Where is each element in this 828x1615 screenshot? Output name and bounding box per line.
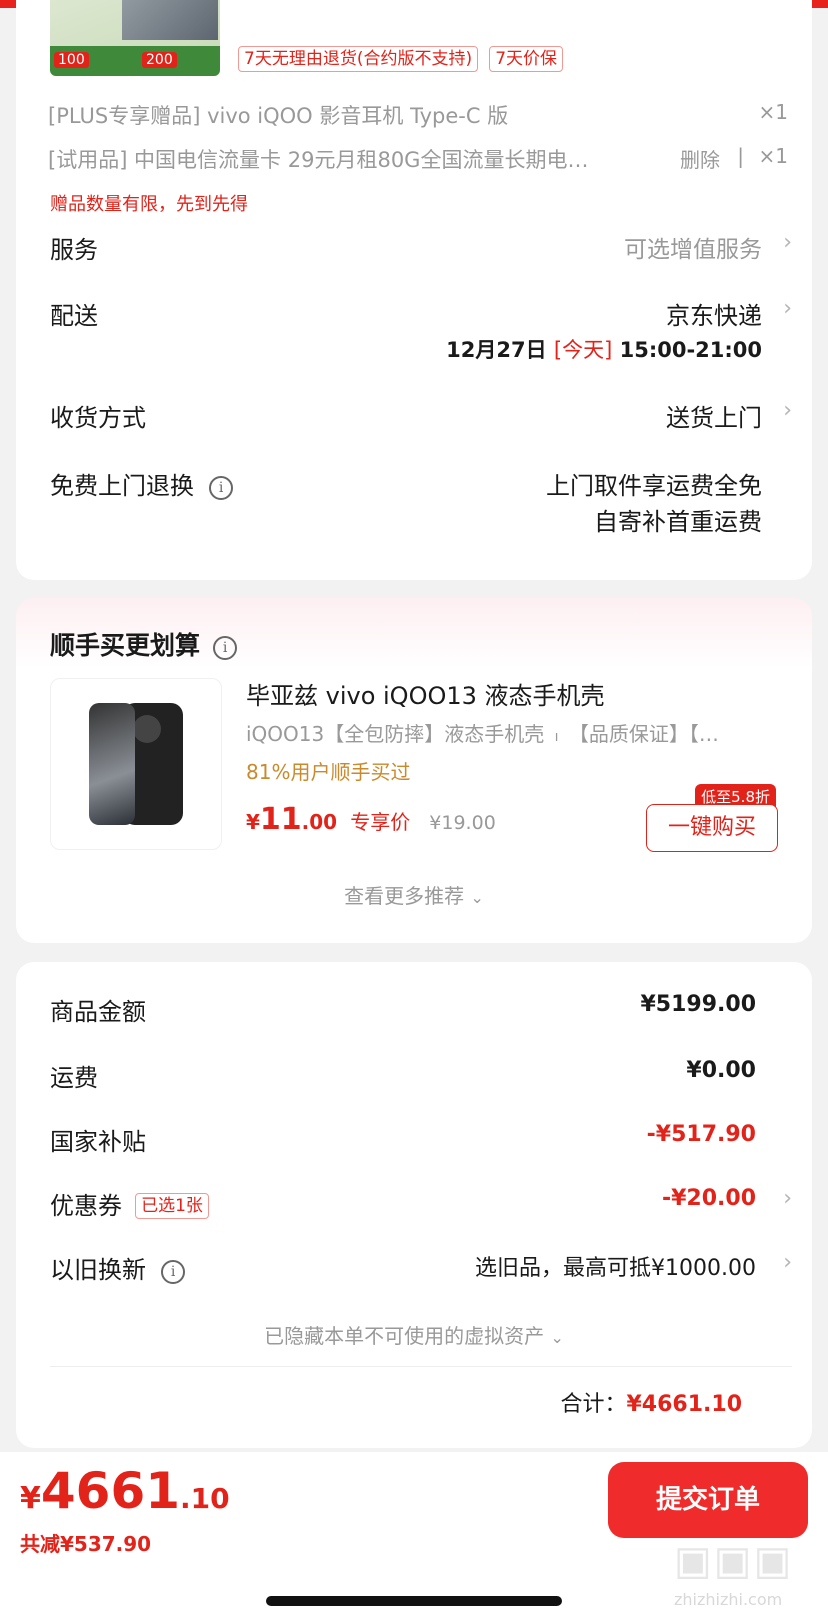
original-price: ¥19.00 (429, 812, 496, 834)
info-icon[interactable]: i (213, 636, 238, 660)
gift-label: [PLUS专享赠品] vivo iQOO 影音耳机 Type-C 版 (48, 104, 509, 128)
chevron-right-icon: › (783, 1250, 792, 1275)
price-tag: 专享价 (350, 810, 411, 834)
chevron-down-icon: ⌄ (470, 888, 484, 907)
summary-value: -¥517.90 (646, 1122, 756, 1147)
summary-label: 以旧换新 (50, 1256, 146, 1284)
desc-right: 【品质保证】【… (568, 722, 719, 746)
summary-row-subsidy: 国家补贴 -¥517.90 (50, 1122, 792, 1157)
watermark-text: zhizhizhi.com (674, 1590, 783, 1609)
free-return-line2: 自寄补首重运费 (594, 508, 762, 536)
total-value: ¥4661.10 (626, 1392, 742, 1417)
recommend-header: 顺手买更划算 i (50, 626, 238, 662)
tag-return-policy: 7天无理由退货(合约版不支持) (238, 46, 479, 72)
gift-divider: | (737, 144, 744, 168)
recommend-item-image[interactable] (50, 678, 222, 850)
recommend-card: 顺手买更划算 i 毕亚兹 vivo iQOO13 液态手机壳 iQOO13【全包… (16, 598, 812, 943)
bottom-price-integer: 4661 (40, 1462, 181, 1520)
chevron-down-icon: ⌄ (550, 1328, 564, 1347)
delivery-time: 12月27日 [今天] 15:00-21:00 (446, 334, 762, 364)
gift-delete-button[interactable]: 删除 (680, 144, 720, 173)
summary-row-goods: 商品金额 ¥5199.00 (50, 992, 792, 1027)
chevron-right-icon: › (783, 398, 792, 423)
price-summary-card: 商品金额 ¥5199.00 运费 ¥0.00 国家补贴 -¥517.90 优惠券… (16, 962, 812, 1448)
bottom-price-decimal: .10 (180, 1482, 230, 1515)
service-label: 服务 (50, 236, 98, 264)
receive-value: 送货上门 (666, 404, 762, 432)
submit-order-button[interactable]: 提交订单 (608, 1462, 808, 1538)
gift-qty: ×1 (758, 100, 788, 124)
bottom-bar: ¥4661.10 共减¥537.90 提交订单 ▣▣▣ zhizhizhi.co… (0, 1452, 828, 1615)
product-promo-image[interactable]: 100 200 (50, 0, 220, 76)
receive-label: 收货方式 (50, 404, 146, 432)
phone-screen (89, 703, 135, 825)
chevron-right-icon: › (783, 296, 792, 321)
info-icon[interactable]: i (209, 476, 234, 500)
gift-notice: 赠品数量有限，先到先得 (50, 194, 248, 215)
delivery-window: 15:00-21:00 (619, 338, 762, 362)
summary-label: 商品金额 (50, 998, 146, 1026)
total-label: 合计： (560, 1392, 627, 1417)
delivery-label: 配送 (50, 302, 98, 330)
watermark-logo: ▣▣▣ (674, 1538, 794, 1584)
delivery-today: [今天] (553, 338, 613, 362)
price-currency: ¥ (246, 810, 260, 834)
bottom-price: ¥4661.10 (20, 1462, 230, 1520)
recommend-item-price: ¥11.00 专享价 ¥19.00 (246, 802, 496, 837)
free-return-label: 免费上门退换 (50, 472, 194, 500)
service-tags: 7天无理由退货(合约版不支持) 7天价保 (238, 46, 564, 72)
service-row[interactable]: 服务 可选增值服务 › (50, 230, 792, 270)
coupon-badge: 已选1张 (135, 1193, 209, 1219)
gift-row-1: [PLUS专享赠品] vivo iQOO 影音耳机 Type-C 版 ×1 (48, 100, 788, 134)
bottom-currency: ¥ (20, 1481, 41, 1516)
summary-row-coupon[interactable]: 优惠券 已选1张 -¥20.00 › (50, 1186, 792, 1221)
camera-module (133, 715, 161, 743)
price-decimal: .00 (301, 810, 338, 834)
free-return-line1: 上门取件享运费全免 (546, 472, 762, 500)
receive-row[interactable]: 收货方式 送货上门 › (50, 398, 792, 438)
promo-coupon-2: 200 (142, 52, 177, 68)
recommend-item-name[interactable]: 毕亚兹 vivo iQOO13 液态手机壳 (246, 676, 605, 711)
phone-thumbnail (122, 0, 218, 40)
chevron-right-icon: › (783, 1186, 792, 1211)
summary-value: 选旧品，最高可抵¥1000.00 (475, 1256, 756, 1281)
summary-total: 合计：¥4661.10 (560, 1386, 742, 1418)
recommend-title: 顺手买更划算 (50, 631, 201, 660)
recommend-item-desc: iQOO13【全包防摔】液态手机壳 ı 【品质保证】【… (246, 718, 719, 747)
more-recommend-link[interactable]: 查看更多推荐 ⌄ (16, 880, 812, 909)
desc-separator: ı (554, 729, 559, 745)
summary-label: 优惠券 (50, 1192, 122, 1220)
price-integer: 11 (259, 802, 302, 837)
summary-row-shipping: 运费 ¥0.00 (50, 1058, 792, 1093)
hidden-assets-toggle[interactable]: 已隐藏本单不可使用的虚拟资产 ⌄ (16, 1320, 812, 1349)
more-label: 查看更多推荐 (344, 884, 465, 908)
summary-value: -¥20.00 (661, 1186, 756, 1211)
summary-divider (50, 1366, 792, 1367)
gift-label: [试用品] 中国电信流量卡 29元月租80G全国流量长期电… (48, 148, 589, 172)
gift-qty: ×1 (758, 144, 788, 168)
summary-label: 运费 (50, 1064, 98, 1092)
order-info-card: 100 200 7天无理由退货(合约版不支持) 7天价保 [PLUS专享赠品] … (16, 0, 812, 580)
home-indicator (266, 1596, 562, 1606)
hidden-assets-label: 已隐藏本单不可使用的虚拟资产 (264, 1324, 545, 1348)
delivery-date: 12月27日 (446, 338, 547, 362)
one-click-buy-button[interactable]: 一键购买 (646, 804, 778, 852)
summary-row-tradein[interactable]: 以旧换新 i 选旧品，最高可抵¥1000.00 › (50, 1250, 792, 1285)
info-icon[interactable]: i (161, 1260, 186, 1284)
summary-value: ¥0.00 (686, 1058, 756, 1083)
promo-coupon-1: 100 (54, 52, 89, 68)
tag-price-protect: 7天价保 (489, 46, 564, 72)
delivery-value: 京东快递 (666, 302, 762, 330)
recommend-item-bought: 81%用户顺手买过 (246, 760, 411, 784)
chevron-right-icon: › (783, 230, 792, 255)
bottom-saved: 共减¥537.90 (20, 1532, 152, 1556)
gift-row-2: [试用品] 中国电信流量卡 29元月租80G全国流量长期电… 删除 | ×1 (48, 144, 788, 178)
free-return-row: 免费上门退换 i 上门取件享运费全免 自寄补首重运费 (50, 466, 792, 546)
summary-value: ¥5199.00 (640, 992, 756, 1017)
delivery-row[interactable]: 配送 京东快递 › 12月27日 [今天] 15:00-21:00 (50, 296, 792, 376)
summary-label: 国家补贴 (50, 1128, 146, 1156)
service-value: 可选增值服务 (624, 237, 762, 263)
desc-left: iQOO13【全包防摔】液态手机壳 (246, 722, 545, 746)
